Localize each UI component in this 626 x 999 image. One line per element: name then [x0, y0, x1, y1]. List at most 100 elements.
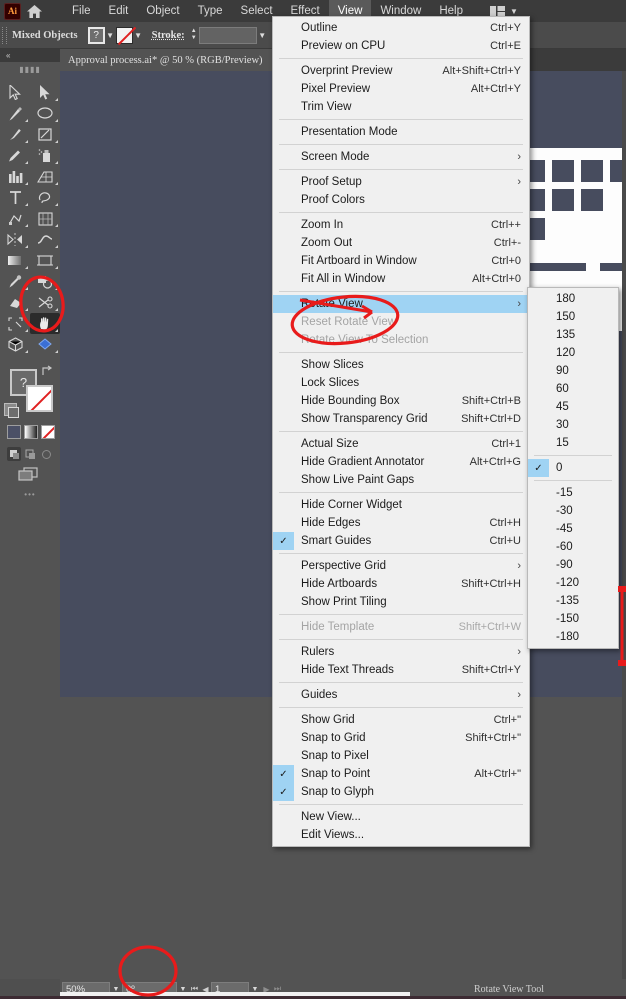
menu-option-fit-artboard-in-window[interactable]: Fit Artboard in Window Ctrl+0 [273, 252, 529, 270]
menu-item-edit[interactable]: Edit [100, 0, 138, 22]
screen-mode-icon[interactable] [18, 467, 42, 481]
rotate-angle-option-minus30[interactable]: -30 [528, 502, 618, 520]
stroke-weight-chevron-icon[interactable]: ▼ [257, 27, 268, 44]
swap-fill-stroke-icon[interactable] [41, 365, 54, 378]
menu-option-new-view[interactable]: New View... [273, 808, 529, 826]
shaper-tool[interactable] [30, 124, 60, 145]
rotate-angle-option-60[interactable]: 60 [528, 380, 618, 398]
draw-inside-button[interactable] [39, 447, 53, 461]
menu-option-proof-setup[interactable]: Proof Setup › [273, 173, 529, 191]
menu-option-hide-text-threads[interactable]: Hide Text Threads Shift+Ctrl+Y [273, 661, 529, 679]
default-fill-stroke-icon[interactable] [4, 403, 19, 418]
menu-option-pixel-preview[interactable]: Pixel Preview Alt+Ctrl+Y [273, 80, 529, 98]
menu-option-rotate-view[interactable]: Rotate View › [273, 295, 529, 313]
rotate-angle-option-minus90[interactable]: -90 [528, 556, 618, 574]
eraser-tool[interactable] [0, 292, 30, 313]
document-tab[interactable]: Approval process.ai* @ 50 % (RGB/Preview… [60, 49, 287, 71]
menu-option-guides[interactable]: Guides › [273, 686, 529, 704]
more-tools-button[interactable]: ••• [0, 487, 60, 501]
draw-behind-button[interactable] [23, 447, 37, 461]
spray-symbol-tool[interactable] [30, 145, 60, 166]
color-swatch-button[interactable] [7, 425, 21, 439]
right-scrollbar[interactable] [622, 71, 626, 979]
paintbrush-tool[interactable] [0, 124, 30, 145]
draw-normal-button[interactable] [7, 447, 21, 461]
blend-tool[interactable] [30, 271, 60, 292]
3d-tool[interactable] [0, 334, 30, 355]
rotate-angle-option-30[interactable]: 30 [528, 416, 618, 434]
rotate-angle-option-0[interactable]: ✓ 0 [528, 459, 618, 477]
rotate-view-tool[interactable] [30, 313, 60, 334]
reflect-tool[interactable] [0, 229, 30, 250]
artboard-tool[interactable] [30, 250, 60, 271]
menu-option-hide-corner-widget[interactable]: Hide Corner Widget [273, 496, 529, 514]
rotate-angle-option-minus60[interactable]: -60 [528, 538, 618, 556]
pencil-tool[interactable] [0, 145, 30, 166]
menu-option-show-live-paint-gaps[interactable]: Show Live Paint Gaps [273, 471, 529, 489]
menu-option-snap-to-point[interactable]: ✓ Snap to Point Alt+Ctrl+" [273, 765, 529, 783]
rotate-angle-option-minus180[interactable]: -180 [528, 628, 618, 646]
lasso-tool[interactable] [30, 187, 60, 208]
menu-option-trim-view[interactable]: Trim View [273, 98, 529, 116]
menu-option-fit-all-in-window[interactable]: Fit All in Window Alt+Ctrl+0 [273, 270, 529, 288]
rotate-angle-option-minus120[interactable]: -120 [528, 574, 618, 592]
slice-tool[interactable] [0, 313, 30, 334]
control-bar-grip[interactable] [2, 26, 7, 44]
menu-option-show-slices[interactable]: Show Slices [273, 356, 529, 374]
eyedropper-tool[interactable] [0, 271, 30, 292]
gradient-mesh-tool[interactable] [0, 208, 30, 229]
menu-option-screen-mode[interactable]: Screen Mode › [273, 148, 529, 166]
rotate-angle-option-120[interactable]: 120 [528, 344, 618, 362]
menu-option-presentation-mode[interactable]: Presentation Mode [273, 123, 529, 141]
toolbox-grip[interactable]: ▮▮▮▮ [0, 62, 60, 76]
symbol-tool[interactable] [30, 334, 60, 355]
column-graph-tool[interactable] [0, 166, 30, 187]
menu-option-rulers[interactable]: Rulers › [273, 643, 529, 661]
menu-option-actual-size[interactable]: Actual Size Ctrl+1 [273, 435, 529, 453]
stroke-swatch[interactable] [115, 26, 133, 44]
menu-option-show-transparency-grid[interactable]: Show Transparency Grid Shift+Ctrl+D [273, 410, 529, 428]
panel-collapse-button[interactable]: « [0, 49, 60, 62]
rotate-angle-option-135[interactable]: 135 [528, 326, 618, 344]
stroke-color-swatch[interactable] [26, 385, 53, 412]
rotate-angle-option-minus15[interactable]: -15 [528, 484, 618, 502]
document-arrange-control[interactable]: ▼ [490, 5, 518, 17]
menu-option-hide-edges[interactable]: Hide Edges Ctrl+H [273, 514, 529, 532]
gradient-tool[interactable] [0, 250, 30, 271]
menu-option-hide-artboards[interactable]: Hide Artboards Shift+Ctrl+H [273, 575, 529, 593]
menu-option-preview-on-cpu[interactable]: Preview on CPU Ctrl+E [273, 37, 529, 55]
gradient-swatch-button[interactable] [24, 425, 38, 439]
width-tool[interactable] [30, 229, 60, 250]
rotate-angle-option-45[interactable]: 45 [528, 398, 618, 416]
rotate-angle-option-150[interactable]: 150 [528, 308, 618, 326]
none-swatch-button[interactable] [41, 425, 55, 439]
menu-option-smart-guides[interactable]: ✓ Smart Guides Ctrl+U [273, 532, 529, 550]
rotate-view-submenu[interactable]: 180 150 135 120 90 60 45 30 15 ✓ 0 -15 -30 -45 -60 -90-… [527, 287, 619, 649]
direct-selection-tool[interactable] [30, 82, 60, 103]
scissors-tool[interactable] [30, 292, 60, 313]
home-icon[interactable] [21, 0, 47, 22]
menu-option-zoom-in[interactable]: Zoom In Ctrl++ [273, 216, 529, 234]
menu-item-file[interactable]: File [63, 0, 100, 22]
menu-option-snap-to-pixel[interactable]: Snap to Pixel [273, 747, 529, 765]
menu-option-proof-colors[interactable]: Proof Colors [273, 191, 529, 209]
menu-option-edit-views[interactable]: Edit Views... [273, 826, 529, 844]
menu-option-outline[interactable]: Outline Ctrl+Y [273, 19, 529, 37]
view-menu-dropdown[interactable]: Outline Ctrl+Y Preview on CPU Ctrl+E Overpri… [272, 16, 530, 847]
menu-option-hide-bounding-box[interactable]: Hide Bounding Box Shift+Ctrl+B [273, 392, 529, 410]
selection-tool[interactable] [0, 82, 30, 103]
type-tool[interactable] [0, 187, 30, 208]
rotate-angle-option-15[interactable]: 15 [528, 434, 618, 452]
rotate-angle-option-minus45[interactable]: -45 [528, 520, 618, 538]
fill-swatch[interactable]: ? [87, 26, 105, 44]
menu-option-show-grid[interactable]: Show Grid Ctrl+" [273, 711, 529, 729]
menu-option-show-print-tiling[interactable]: Show Print Tiling [273, 593, 529, 611]
ellipse-tool[interactable] [30, 103, 60, 124]
perspective-grid-tool[interactable] [30, 166, 60, 187]
menu-item-object[interactable]: Object [137, 0, 188, 22]
menu-option-perspective-grid[interactable]: Perspective Grid › [273, 557, 529, 575]
stroke-weight-stepper[interactable]: ▲ ▼ [189, 27, 199, 44]
rotate-angle-option-minus135[interactable]: -135 [528, 592, 618, 610]
menu-option-overprint-preview[interactable]: Overprint Preview Alt+Shift+Ctrl+Y [273, 62, 529, 80]
menu-option-snap-to-glyph[interactable]: ✓ Snap to Glyph [273, 783, 529, 801]
